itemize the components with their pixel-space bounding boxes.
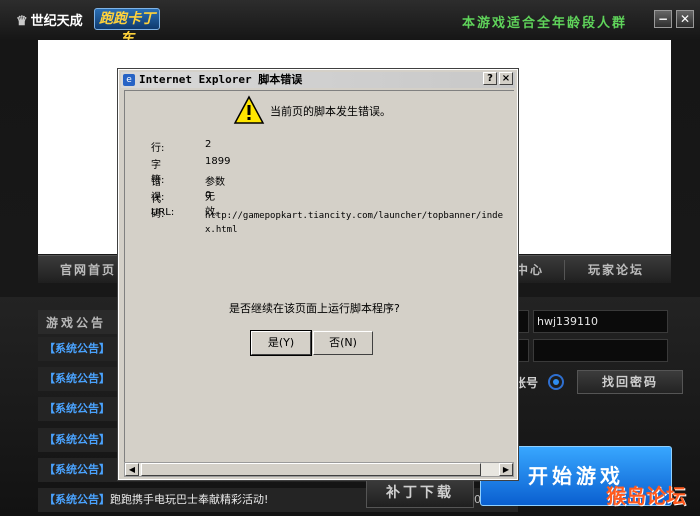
patch-download-button[interactable]: 补丁下载 (366, 478, 474, 508)
yes-button[interactable]: 是(Y) (250, 330, 312, 356)
ie-icon: e (123, 74, 135, 86)
brand-name: 世纪天成 (30, 14, 83, 29)
nav-divider (564, 260, 565, 280)
notice-tag: 【系统公告】 (44, 372, 110, 385)
nav-center[interactable]: 中心 (516, 261, 544, 278)
password-field[interactable] (533, 339, 668, 362)
brand-logo: ♛ 世纪天成 (16, 10, 83, 29)
info-value: 2 (205, 139, 212, 150)
scroll-thumb[interactable] (141, 463, 481, 476)
dialog-title-bar: Internet Explorer 脚本错误 (121, 72, 515, 88)
notice-title: 游戏公告 (46, 316, 107, 330)
scroll-right-icon[interactable]: ▶ (499, 463, 513, 476)
warning-icon (233, 95, 265, 124)
nav-home[interactable]: 官网首页 (60, 261, 116, 278)
info-label: URL: (151, 207, 175, 218)
remember-account-radio[interactable] (548, 374, 564, 390)
nav-forum[interactable]: 玩家论坛 (588, 261, 644, 278)
dialog-close-button[interactable]: × (499, 72, 513, 85)
error-url: http://gamepopkart.tiancity.com/launcher… (205, 211, 504, 235)
notice-tag: 【系统公告】 (44, 433, 110, 446)
scroll-left-icon[interactable]: ◀ (125, 463, 139, 476)
username-field[interactable]: hwj139110 (533, 310, 668, 333)
info-value: 0 (205, 190, 212, 201)
close-button[interactable]: ✕ (676, 10, 694, 28)
launcher-title-bar: ♛ 世纪天成 跑跑卡丁车 本游戏适合全年龄段人群 − ✕ (0, 0, 700, 47)
notice-tag: 【系统公告】 (44, 402, 110, 415)
error-headline: 当前页的脚本发生错误。 (270, 105, 391, 118)
notice-tag: 【系统公告】 (44, 463, 110, 476)
find-password-button[interactable]: 找回密码 (577, 370, 683, 394)
horizontal-scrollbar[interactable]: ◀ ▶ (124, 462, 514, 477)
dialog-body: 当前页的脚本发生错误。 行: 2 字符: 1899 错误: 参数无效。 代码: … (124, 90, 514, 462)
brand-mark-icon: ♛ (16, 14, 28, 29)
continue-question: 是否继续在该页面上运行脚本程序? (229, 302, 400, 315)
minimize-button[interactable]: − (654, 10, 672, 28)
site-watermark: 猴岛论坛 (606, 484, 686, 508)
game-logo: 跑跑卡丁车 (94, 8, 160, 47)
age-rating-notice: 本游戏适合全年龄段人群 (462, 16, 628, 31)
notice-tag: 【系统公告】 (44, 342, 110, 355)
dialog-title: Internet Explorer 脚本错误 (139, 73, 303, 86)
script-error-dialog: Internet Explorer 脚本错误 e ? × 当前页的脚本发生错误。… (117, 68, 519, 481)
info-label: 行: (151, 143, 165, 154)
help-button[interactable]: ? (483, 72, 497, 85)
notice-text: 跑跑携手电玩巴士奉献精彩活动! (110, 493, 269, 506)
notice-tag: 【系统公告】 (44, 493, 110, 506)
no-button[interactable]: 否(N) (313, 331, 373, 355)
info-value: 1899 (205, 156, 231, 167)
